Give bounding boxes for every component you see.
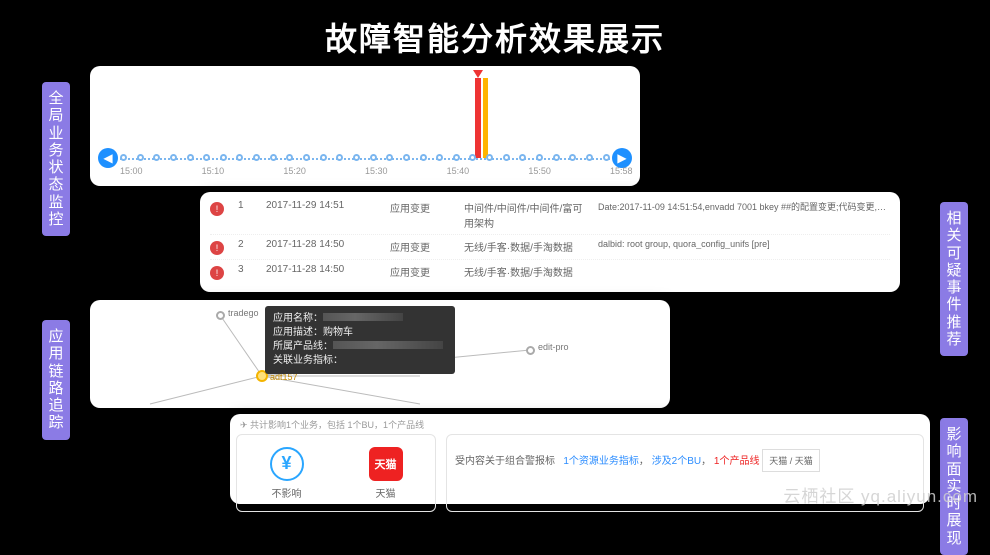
topology-node-label: edit-pro	[538, 342, 569, 352]
timeline-tick-dot[interactable]	[519, 154, 526, 161]
timeline-tick-label: 15:30	[365, 166, 388, 176]
event-row[interactable]: ! 3 2017-11-28 14:50 应用变更无线/手客·数据/手淘数据	[210, 260, 890, 284]
impact-summary: ✈ 共计影响1个业务，包括 1个BU，1个产品线	[240, 418, 424, 431]
timeline-tick-dot[interactable]	[137, 154, 144, 161]
timeline-tick-dot[interactable]	[253, 154, 260, 161]
topology-node[interactable]	[526, 346, 535, 355]
event-row[interactable]: ! 1 2017-11-29 14:51 应用变更中间件/中间件/中间件/富可用架构 D…	[210, 196, 890, 235]
yuan-icon: ¥	[270, 447, 304, 481]
panel-timeline: ◀ ▶ 15:00 15:10 15:20 15:30 15:40 15:50 15:58	[90, 66, 640, 186]
alert-icon: !	[210, 241, 224, 255]
topology-node[interactable]	[216, 311, 225, 320]
timeline-tick-dot[interactable]	[336, 154, 343, 161]
event-type: 应用变更	[390, 200, 450, 215]
page-title: 故障智能分析效果展示	[0, 0, 990, 68]
timeline-spike-1	[475, 78, 481, 158]
marker-icon	[473, 70, 483, 83]
event-time: 2017-11-29 14:51	[266, 200, 376, 211]
timeline-tick-dot[interactable]	[420, 154, 427, 161]
tmall-icon: 天猫	[369, 447, 403, 481]
tag-link-trace: 应用链路追踪	[42, 320, 70, 440]
event-index: 1	[238, 200, 252, 211]
timeline-tick-label: 15:10	[202, 166, 225, 176]
timeline-tick-dot[interactable]	[469, 154, 476, 161]
mini-label: 不影响	[272, 485, 302, 500]
timeline-tick-dot[interactable]	[203, 154, 210, 161]
timeline-tick-dot[interactable]	[187, 154, 194, 161]
timeline-tick-dot[interactable]	[220, 154, 227, 161]
timeline-tick-label: 15:20	[283, 166, 306, 176]
timeline-tick-dot[interactable]	[453, 154, 460, 161]
timeline-tick-dot[interactable]	[353, 154, 360, 161]
impact-count-a: 1个资源业务指标	[563, 456, 639, 467]
event-time: 2017-11-28 14:50	[266, 264, 376, 275]
topology-node-label: tradego	[228, 308, 259, 318]
event-index: 3	[238, 264, 252, 275]
timeline-tick-dot[interactable]	[170, 154, 177, 161]
timeline-tick-dot[interactable]	[586, 154, 593, 161]
timeline-tick-dot[interactable]	[569, 154, 576, 161]
alert-icon: !	[210, 266, 224, 280]
timeline-tick-dot[interactable]	[370, 154, 377, 161]
event-type: 应用变更	[390, 239, 450, 254]
timeline-dots[interactable]	[120, 154, 610, 161]
panel-events: !12017-11-29 14:51应用变更中间件/中间件/中间件/富可用架构D…	[200, 192, 900, 292]
tag-suspect-events: 相关可疑事件推荐	[940, 202, 968, 356]
timeline-tick-dot[interactable]	[403, 154, 410, 161]
tag-global-monitor: 全局业务状态监控	[42, 82, 70, 236]
event-scope: 无线/手客·数据/手淘数据	[464, 239, 584, 254]
event-scope: 无线/手客·数据/手淘数据	[464, 264, 584, 279]
alert-icon: !	[210, 202, 224, 216]
timeline-tick-dot[interactable]	[386, 154, 393, 161]
timeline-tick-dot[interactable]	[236, 154, 243, 161]
impact-count-c: 1个产品线	[714, 456, 760, 467]
timeline-tick-label: 15:40	[447, 166, 470, 176]
topology-tooltip: 应用名称： 应用描述：购物车 所属产品线： 关联业务指标：	[265, 306, 455, 374]
event-row[interactable]: ! 2 2017-11-28 14:50 应用变更无线/手客·数据/手淘数据 dalbi…	[210, 235, 890, 260]
timeline-tick-dot[interactable]	[320, 154, 327, 161]
impact-tagbox[interactable]: 天猫 / 天猫	[762, 449, 820, 472]
timeline-tick-dot[interactable]	[286, 154, 293, 161]
timeline-tick-dot[interactable]	[553, 154, 560, 161]
event-time: 2017-11-28 14:50	[266, 239, 376, 250]
impact-mini-refund[interactable]: ¥ 不影响	[270, 447, 304, 500]
timeline-tick-dot[interactable]	[536, 154, 543, 161]
timeline-prev-button[interactable]: ◀	[98, 148, 118, 168]
event-type: 应用变更	[390, 264, 450, 279]
event-scope: 中间件/中间件/中间件/富可用架构	[464, 200, 584, 230]
impact-right-label: 受内容关于组合警报标	[455, 456, 555, 467]
timeline-tick-dot[interactable]	[436, 154, 443, 161]
timeline-tick-dot[interactable]	[153, 154, 160, 161]
timeline-tick-dot[interactable]	[120, 154, 127, 161]
watermark: 云栖社区 yq.aliyun.com	[783, 482, 978, 507]
impact-card-left: ¥ 不影响 天猫 天猫	[236, 434, 436, 512]
panel-topology[interactable]: tradego adt157 edit-pro 应用名称： 应用描述：购物车 所…	[90, 300, 670, 408]
event-desc: Date:2017-11-09 14:51:54,envadd 7001 bke…	[598, 200, 890, 213]
event-desc: dalbid: root group, quora_config_unifs […	[598, 239, 890, 249]
timeline-spike-2	[483, 78, 488, 158]
timeline-tick-label: 15:00	[120, 166, 143, 176]
timeline-tick-label: 15:50	[528, 166, 551, 176]
mini-label: 天猫	[376, 485, 396, 500]
timeline-tick-dot[interactable]	[503, 154, 510, 161]
impact-count-b: 涉及2个BU	[652, 456, 701, 467]
timeline-next-button[interactable]: ▶	[612, 148, 632, 168]
event-index: 2	[238, 239, 252, 250]
timeline-tick-dot[interactable]	[270, 154, 277, 161]
timeline-tick-label: 15:58	[610, 166, 633, 176]
impact-mini-tmall[interactable]: 天猫 天猫	[369, 447, 403, 500]
timeline-tick-dot[interactable]	[303, 154, 310, 161]
timeline-tick-dot[interactable]	[486, 154, 493, 161]
timeline-tick-dot[interactable]	[603, 154, 610, 161]
